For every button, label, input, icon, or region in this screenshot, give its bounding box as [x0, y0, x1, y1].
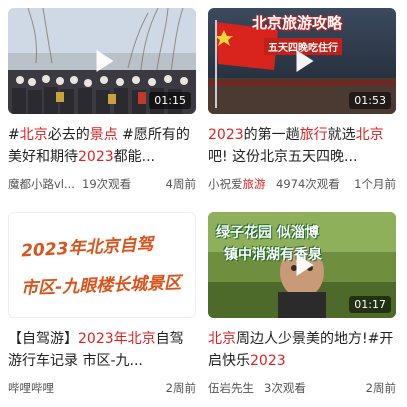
- published-time: 2周前: [165, 381, 196, 395]
- video-meta: 小祝爱旅游 4974次观看 1个月前: [208, 176, 396, 192]
- thumbnail-subheadline: 市区-九眼楼长城景区: [20, 273, 182, 299]
- play-icon[interactable]: [96, 50, 114, 72]
- published-time: 4周前: [165, 177, 196, 191]
- video-thumbnail[interactable]: 01:15: [8, 8, 196, 114]
- view-count: 3次观看: [264, 381, 306, 395]
- video-card-1[interactable]: 01:15 #北京必去的景点 #愿所有的美好和期待2023都能... 魔都小路v…: [8, 8, 196, 192]
- duration-badge: 01:15: [149, 92, 191, 109]
- thumbnail-headline: 2023年北京自驾: [20, 234, 154, 262]
- thumbnail-headline: 北京旅游攻略: [252, 14, 343, 32]
- view-count: 19次观看: [82, 177, 132, 191]
- thumbnail-headline: 绿子花园 似淄博: [216, 225, 319, 241]
- duration-badge: 01:17: [349, 296, 391, 313]
- duration-badge: 01:53: [349, 92, 391, 109]
- video-title[interactable]: #北京必去的景点 #愿所有的美好和期待2023都能...: [8, 124, 196, 168]
- video-thumbnail[interactable]: 北京旅游攻略 五天四晚吃住行 01:53: [208, 8, 396, 114]
- video-title[interactable]: 【自驾游】2023年北京自驾游行车记录 市区-九...: [8, 328, 196, 372]
- video-meta: 哔哩哔哩 2周前: [8, 380, 196, 396]
- video-meta: 伍岩先生 3次观看 2周前: [208, 380, 396, 396]
- video-thumbnail[interactable]: 2023年北京自驾 市区-九眼楼长城景区: [8, 212, 196, 318]
- author-name[interactable]: 哔哩哔哩: [8, 380, 54, 396]
- view-count: 4974次观看: [276, 177, 340, 191]
- author-name[interactable]: 伍岩先生: [208, 380, 254, 396]
- video-card-4[interactable]: 绿子花园 似淄博 镇中消湖有香泉 01:17 北京周边人少景美的地方!#开启快乐…: [208, 212, 396, 396]
- video-title[interactable]: 北京周边人少景美的地方!#开启快乐2023: [208, 328, 396, 372]
- video-thumbnail[interactable]: 绿子花园 似淄博 镇中消湖有香泉 01:17: [208, 212, 396, 318]
- play-icon[interactable]: [296, 50, 314, 72]
- video-title[interactable]: 2023的第一趟旅行就选北京吧! 这份北京五天四晚...: [208, 124, 396, 168]
- video-meta: 魔都小路vl... 19次观看 4周前: [8, 176, 196, 192]
- video-card-2[interactable]: 北京旅游攻略 五天四晚吃住行 01:53 2023的第一趟旅行就选北京吧! 这份…: [208, 8, 396, 192]
- published-time: 1个月前: [354, 177, 396, 191]
- published-time: 2周前: [365, 381, 396, 395]
- author-name[interactable]: 魔都小路vl...: [8, 176, 75, 192]
- play-icon[interactable]: [296, 254, 314, 276]
- author-name[interactable]: 小祝爱旅游: [208, 176, 266, 192]
- video-card-3[interactable]: 2023年北京自驾 市区-九眼楼长城景区 【自驾游】2023年北京自驾游行车记录…: [8, 212, 196, 396]
